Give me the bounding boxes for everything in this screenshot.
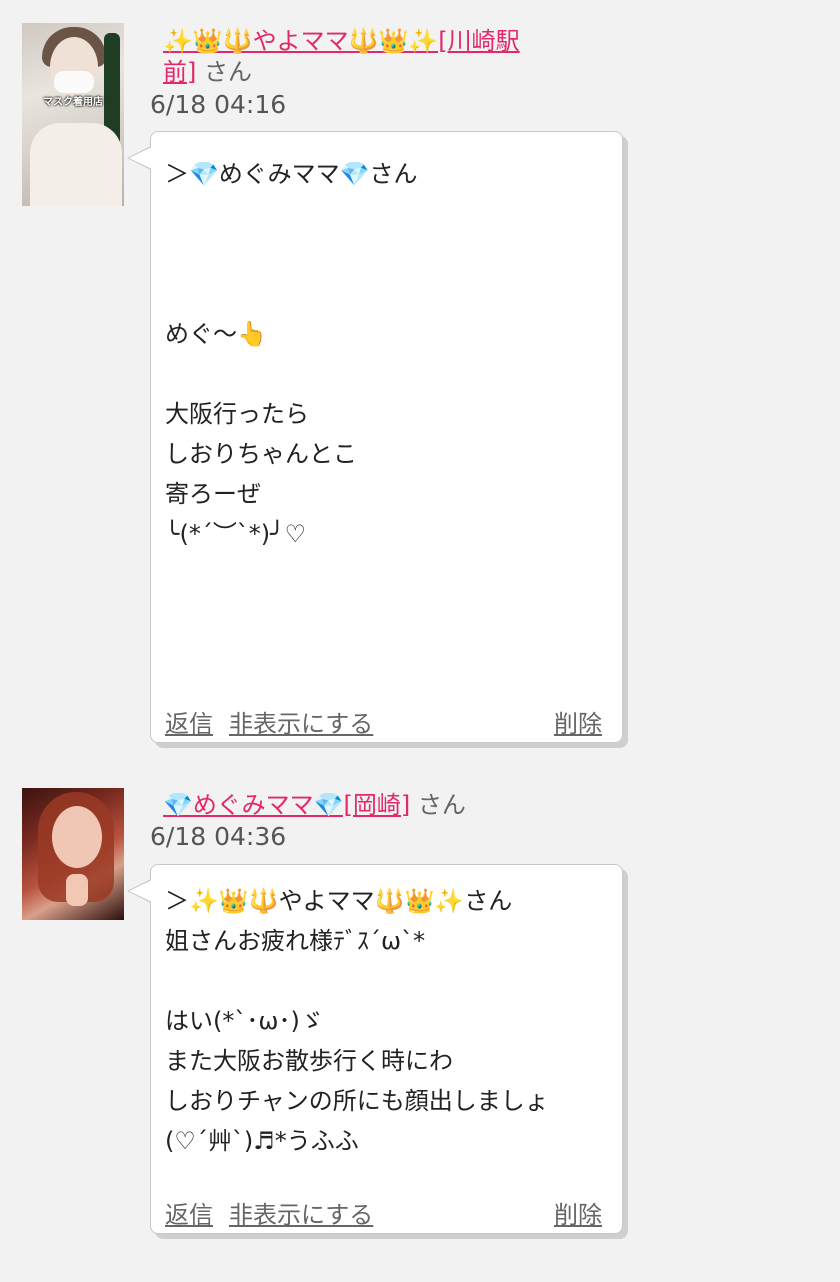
honorific: さん xyxy=(204,58,253,86)
hide-link[interactable]: 非表示にする xyxy=(229,704,373,739)
user-avatar[interactable] xyxy=(22,788,124,920)
poster-name-link[interactable]: 💎めぐみママ💎[岡崎] xyxy=(163,791,410,819)
poster-name: ✨👑🔱やよママ🔱👑✨[川崎駅 前] さん xyxy=(163,26,520,88)
reply-link[interactable]: 返信 xyxy=(165,1195,213,1230)
post-date: 6/18 04:16 xyxy=(150,90,287,119)
user-avatar[interactable]: マスク着用店 xyxy=(22,23,124,206)
message-text: ＞✨👑🔱やよママ🔱👑✨さん 姐さんお疲れ様ﾃﾞｽ´ω`* はい(*`･ω･)ゞ … xyxy=(165,887,549,1155)
delete-link[interactable]: 削除 xyxy=(554,704,602,739)
delete-link[interactable]: 削除 xyxy=(554,1195,602,1230)
poster-name: 💎めぐみママ💎[岡崎] さん xyxy=(163,790,466,821)
reply-link[interactable]: 返信 xyxy=(165,704,213,739)
message-text: ＞💎めぐみママ💎さん めぐ〜👆 大阪行ったら しおりちゃんとこ 寄ろーぜ ╰(*… xyxy=(165,160,418,548)
honorific: さん xyxy=(417,791,466,819)
post-date: 6/18 04:36 xyxy=(150,822,287,851)
message-bubble: ＞💎めぐみママ💎さん めぐ〜👆 大阪行ったら しおりちゃんとこ 寄ろーぜ ╰(*… xyxy=(127,131,623,743)
hide-link[interactable]: 非表示にする xyxy=(229,1195,373,1230)
message-bubble: ＞✨👑🔱やよママ🔱👑✨さん 姐さんお疲れ様ﾃﾞｽ´ω`* はい(*`･ω･)ゞ … xyxy=(127,864,623,1234)
avatar-caption: マスク着用店 xyxy=(43,97,103,108)
